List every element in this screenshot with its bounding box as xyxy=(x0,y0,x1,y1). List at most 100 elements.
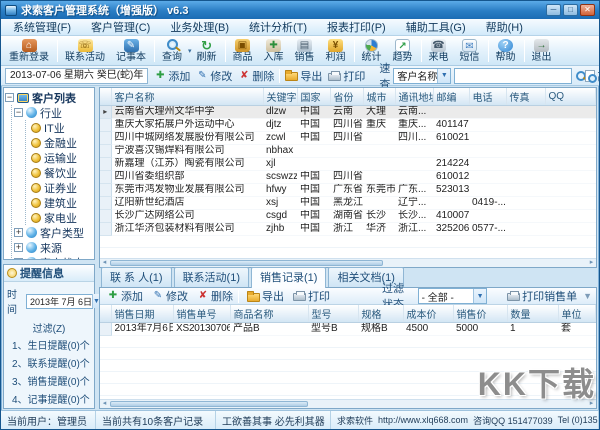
menu-item[interactable]: 报表打印(P) xyxy=(317,19,396,35)
toolbar-overflow-icon[interactable]: ▼ xyxy=(583,291,592,301)
toolbar-button[interactable]: 短信 xyxy=(455,38,485,64)
reminder-item[interactable]: 4、记事提醒(0)个 xyxy=(5,389,93,407)
scroll-left-icon[interactable]: ◂ xyxy=(100,400,109,408)
menu-item[interactable]: 系统管理(F) xyxy=(3,19,81,35)
scrollbar-thumb[interactable] xyxy=(110,401,309,407)
menu-item[interactable]: 业务处理(B) xyxy=(160,19,239,35)
scroll-right-icon[interactable]: ▸ xyxy=(587,259,596,267)
toolbar-button[interactable]: 重新登录 xyxy=(4,38,54,64)
sales-toolbar-button[interactable]: 打印 xyxy=(290,288,333,304)
tree-leaf[interactable]: 餐饮业 xyxy=(26,165,93,180)
minimize-button[interactable]: ─ xyxy=(546,4,561,16)
filter-status-select[interactable]: - 全部 - xyxy=(417,288,488,304)
tree-root[interactable]: 客户列表 xyxy=(5,90,93,105)
customer-row[interactable]: 新嘉理（江苏）陶瓷有限公司 xjl 214224 xyxy=(100,157,596,171)
tree-leaf[interactable]: IT业 xyxy=(26,120,93,135)
customer-row[interactable]: 浙江华济包装材料有限公司 zjhb 中国 浙江 华济 浙江... 325206 … xyxy=(100,222,596,236)
tree-leaf[interactable]: 家电业 xyxy=(26,210,93,225)
customer-row[interactable]: 宁波喜汉锡焊料有限公司 nbhax xyxy=(100,144,596,158)
column-header[interactable]: 单位 xyxy=(558,305,596,323)
tab[interactable]: 联 系 人(1) xyxy=(101,267,172,287)
toolbar-button[interactable]: 帮助 xyxy=(491,38,521,64)
tree-folder[interactable]: 来源 xyxy=(12,240,93,255)
sales-toolbar-button[interactable]: 修改 xyxy=(149,288,191,304)
column-header[interactable]: 销售日期 xyxy=(111,305,174,323)
sales-toolbar-button[interactable]: 删除 xyxy=(194,288,236,304)
tab[interactable]: 销售记录(1) xyxy=(251,267,327,288)
scrollbar-thumb[interactable] xyxy=(110,260,383,266)
customer-row[interactable]: 云南省大理州文华中学 dlzw 中国 云南 大理 云南... xyxy=(100,105,596,119)
column-header[interactable]: 规格 xyxy=(358,305,404,323)
column-header[interactable]: 型号 xyxy=(308,305,359,323)
customer-row[interactable]: 重庆大家拓展户外运动中心 djtz 中国 四川省 重庆 重庆... 401147 xyxy=(100,118,596,132)
customer-row[interactable]: 辽阳新世纪酒店 xsj 中国 黑龙江省 辽宁... 0419-... xyxy=(100,196,596,210)
column-header[interactable]: 商品名称 xyxy=(230,305,309,323)
sales-toolbar-button[interactable]: 导出 xyxy=(244,288,287,304)
menu-item[interactable]: 客户管理(C) xyxy=(81,19,160,35)
tree-leaf[interactable]: 证券业 xyxy=(26,180,93,195)
column-header[interactable]: 销售单号 xyxy=(173,305,231,323)
column-header[interactable]: 城市 xyxy=(363,88,396,106)
search-category-select[interactable]: 客户名称 xyxy=(393,67,452,84)
quickbar-button[interactable]: 删除 xyxy=(235,68,277,84)
column-header[interactable]: 数量 xyxy=(507,305,559,323)
column-header[interactable]: QQ xyxy=(545,88,596,106)
column-header[interactable]: 成本价 xyxy=(403,305,454,323)
toolbar-button[interactable]: 销售 xyxy=(290,38,320,64)
scroll-left-icon[interactable]: ◂ xyxy=(100,259,109,267)
toolbar-button[interactable]: 退出 xyxy=(527,38,557,64)
column-header[interactable]: 电话 xyxy=(469,88,507,106)
tree-expand-toggle[interactable] xyxy=(14,228,23,237)
reminder-filter-link[interactable]: 过滤(Z) xyxy=(5,320,93,335)
quickbar-button[interactable]: 导出 xyxy=(282,68,325,84)
customer-row[interactable]: 四川中城网络发展股份有限公司 zcwl 中国 四川省 四川... 610021 xyxy=(100,131,596,145)
reminder-item[interactable]: 2、联系提醒(0)个 xyxy=(5,353,93,371)
quickbar-button[interactable]: 打印 xyxy=(325,68,368,84)
tree-expand-toggle[interactable] xyxy=(14,243,23,252)
tree-leaf[interactable]: 金融业 xyxy=(26,135,93,150)
customer-row[interactable]: 长沙广达网络公司 csgd 中国 湖南省 长沙 长沙... 410007 xyxy=(100,209,596,223)
column-header[interactable]: 通讯地址 xyxy=(395,88,434,106)
tree-expand-toggle[interactable] xyxy=(5,93,14,102)
toolbar-button[interactable]: 来电 xyxy=(424,38,454,64)
close-button[interactable]: ✕ xyxy=(580,4,595,16)
tree-leaf[interactable]: 运输业 xyxy=(26,150,93,165)
menu-item[interactable]: 辅助工具(G) xyxy=(396,19,476,35)
status-url[interactable]: http://www.xlq668.com xyxy=(378,415,468,425)
maximize-button[interactable]: □ xyxy=(563,4,578,16)
reminder-item[interactable]: 1、生日提醒(0)个 xyxy=(5,335,93,353)
column-header[interactable]: 客户名称 xyxy=(111,88,264,106)
menu-item[interactable]: 统计分析(T) xyxy=(239,19,317,35)
customer-row[interactable]: 东莞市鸿发物业发展有限公司 hfwy 中国 广东省 东莞市 广东... 5230… xyxy=(100,183,596,197)
column-header[interactable]: 省份 xyxy=(330,88,364,106)
column-header[interactable]: 国家 xyxy=(297,88,331,106)
customer-row[interactable]: 四川省委组织部 scswzzb 中国 四川省 610012 xyxy=(100,170,596,184)
toolbar-button[interactable]: 入库 xyxy=(259,38,289,64)
tab[interactable]: 联系活动(1) xyxy=(173,267,250,287)
advanced-search-button[interactable]: 高级速查 xyxy=(582,68,599,84)
toolbar-button[interactable]: 联系活动 xyxy=(60,38,110,64)
reminder-item[interactable]: 3、销售提醒(0)个 xyxy=(5,371,93,389)
tree-folder[interactable]: 客户类型 xyxy=(12,225,93,240)
column-header[interactable]: 邮编 xyxy=(433,88,470,106)
toolbar-button[interactable]: 趋势 xyxy=(388,38,418,64)
search-input[interactable] xyxy=(454,67,573,84)
column-header[interactable]: 关键字 xyxy=(263,88,298,106)
toolbar-button[interactable]: 刷新 xyxy=(192,38,222,64)
menu-item[interactable]: 帮助(H) xyxy=(476,19,533,35)
print-sale-button[interactable]: 打印销售单 xyxy=(504,288,580,304)
quickbar-button[interactable]: 修改 xyxy=(193,68,235,84)
column-header[interactable]: 销售价 xyxy=(453,305,508,323)
tree-leaf[interactable]: 建筑业 xyxy=(26,195,93,210)
sales-toolbar-button[interactable]: 添加 xyxy=(104,288,146,304)
toolbar-button[interactable]: 记事本 xyxy=(111,38,151,64)
reminder-date-select[interactable]: 2013年 7月 6日 xyxy=(26,293,100,309)
toolbar-button[interactable]: 商品 xyxy=(228,38,258,64)
tree-folder-industry[interactable]: 行业 xyxy=(12,105,93,120)
toolbar-button[interactable]: 利润 xyxy=(321,38,351,64)
column-header[interactable]: 传真 xyxy=(506,88,546,106)
tree-expand-toggle[interactable] xyxy=(14,108,23,117)
quickbar-button[interactable]: 添加 xyxy=(151,68,193,84)
horizontal-scrollbar[interactable]: ◂ ▸ xyxy=(100,258,596,267)
sales-row[interactable]: 2013年7月6日 XS201307060002 产品B 型号B 规格B 450… xyxy=(100,322,596,336)
